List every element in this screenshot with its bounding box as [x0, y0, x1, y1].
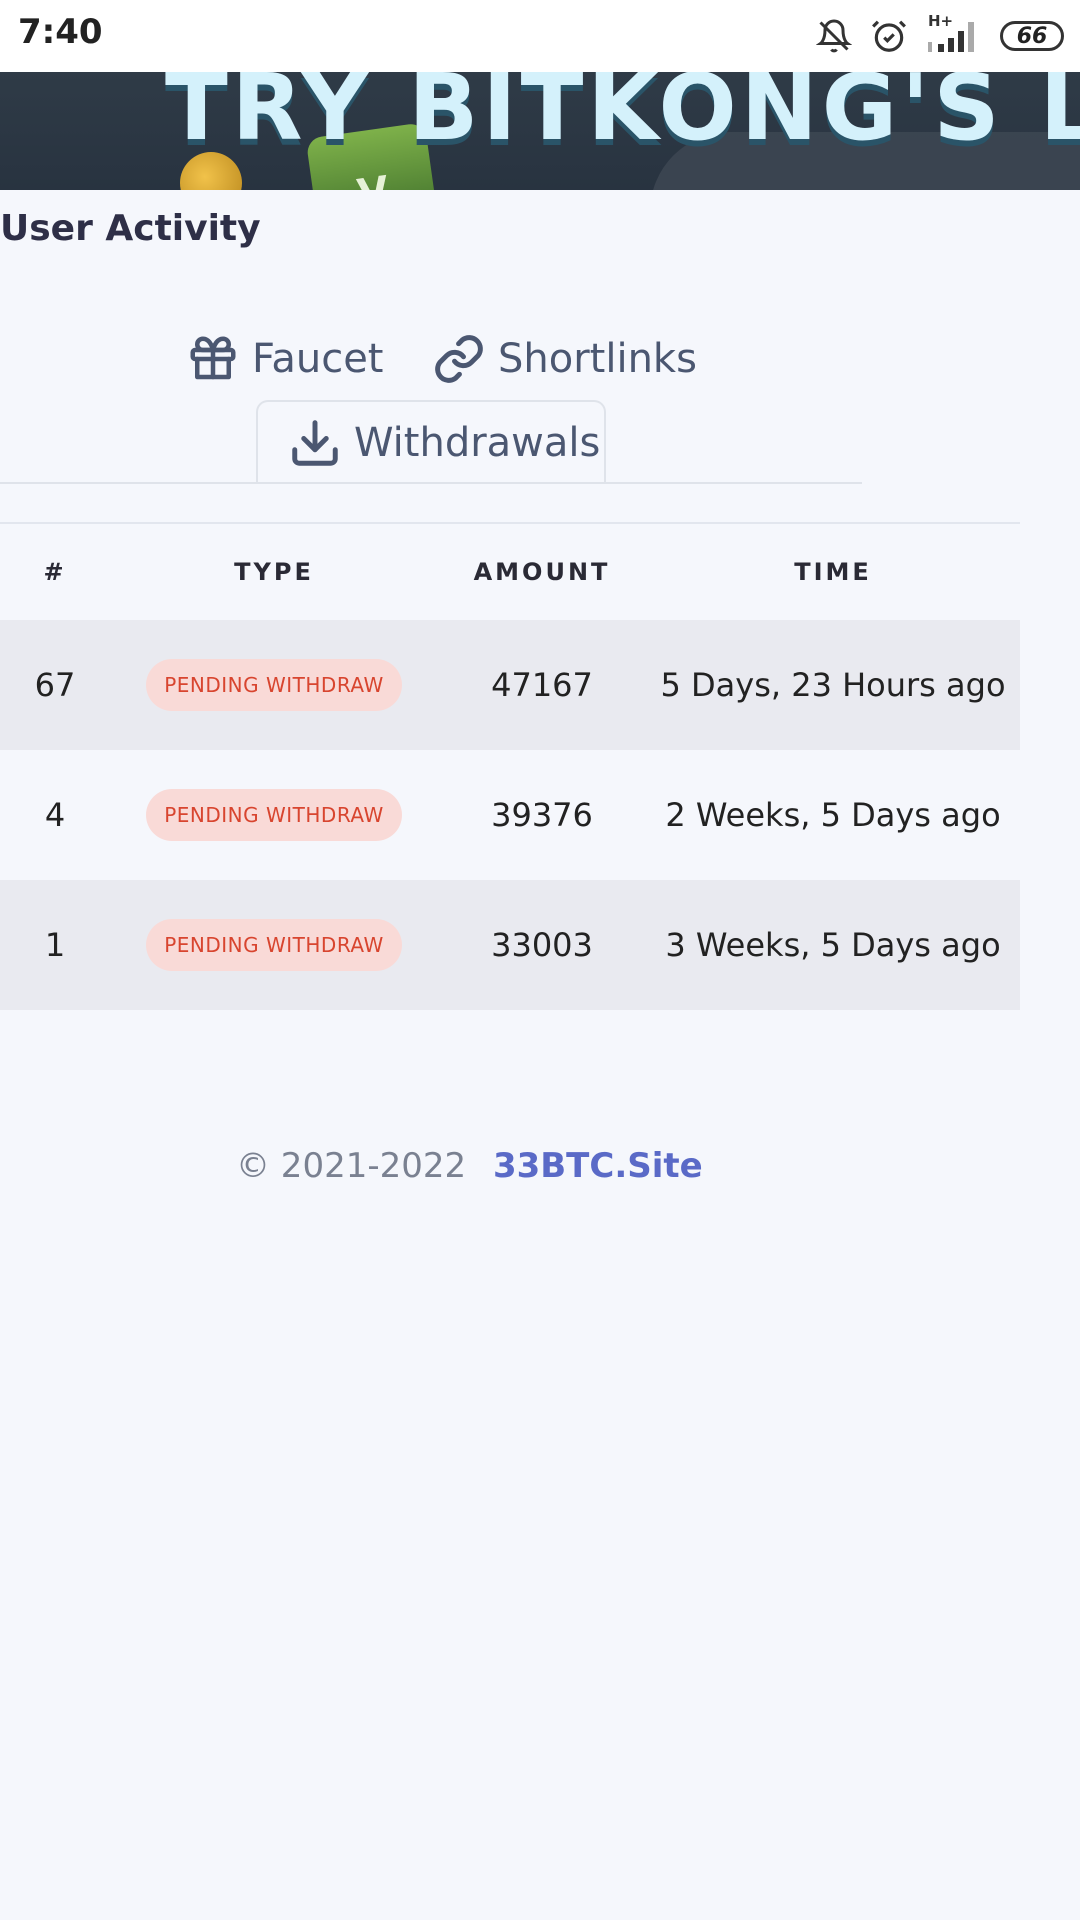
table-row: 1 PENDING WITHDRAW 33003 3 Weeks, 5 Days…	[0, 880, 1020, 1010]
header-amount: AMOUNT	[473, 558, 611, 586]
header-type: TYPE	[234, 558, 314, 586]
header-time: TIME	[794, 558, 872, 586]
signal-icon: H+	[926, 12, 982, 54]
copyright-text: © 2021-2022	[236, 1146, 467, 1186]
gift-icon	[186, 332, 240, 386]
row-amount: 47167	[491, 666, 593, 704]
tab-faucet[interactable]: Faucet	[186, 332, 383, 386]
bell-off-icon	[816, 18, 852, 54]
status-bar: 7:40 H+ 66	[0, 0, 1080, 72]
table-header: # TYPE AMOUNT TIME	[0, 524, 1020, 620]
status-badge: PENDING WITHDRAW	[146, 659, 402, 711]
promo-banner[interactable]: V TRY BITKONG'S LAT	[0, 72, 1080, 190]
network-type: H+	[928, 12, 954, 30]
row-amount: 39376	[491, 796, 593, 834]
row-num: 1	[44, 926, 66, 964]
status-icons: H+ 66	[816, 12, 1064, 58]
tab-shortlinks-label: Shortlinks	[498, 336, 697, 382]
table-row: 67 PENDING WITHDRAW 47167 5 Days, 23 Hou…	[0, 620, 1020, 750]
banner-text: TRY BITKONG'S LAT	[165, 72, 1080, 161]
tab-withdrawals[interactable]: Withdrawals	[256, 400, 606, 484]
battery-icon: 66	[1000, 21, 1064, 51]
row-time: 2 Weeks, 5 Days ago	[665, 796, 1001, 834]
row-amount: 33003	[491, 926, 593, 964]
tab-withdrawals-label: Withdrawals	[354, 420, 601, 466]
activity-table: # TYPE AMOUNT TIME 67 PENDING WITHDRAW 4…	[0, 522, 1020, 1010]
row-time: 3 Weeks, 5 Days ago	[665, 926, 1001, 964]
alarm-icon	[870, 17, 908, 55]
tabs-divider	[0, 482, 862, 484]
page-title: User Activity	[0, 208, 261, 249]
download-icon	[288, 416, 342, 470]
tab-faucet-label: Faucet	[252, 336, 384, 382]
status-time: 7:40	[18, 12, 103, 52]
footer: © 2021-2022 33BTC.Site	[236, 1146, 703, 1186]
tab-shortlinks[interactable]: Shortlinks	[432, 332, 697, 386]
link-icon	[432, 332, 486, 386]
row-time: 5 Days, 23 Hours ago	[660, 666, 1006, 704]
header-num: #	[43, 558, 67, 586]
table-row: 4 PENDING WITHDRAW 39376 2 Weeks, 5 Days…	[0, 750, 1020, 880]
row-num: 4	[44, 796, 66, 834]
row-num: 67	[34, 666, 76, 704]
status-badge: PENDING WITHDRAW	[146, 789, 402, 841]
brand-link[interactable]: 33BTC.Site	[493, 1146, 703, 1186]
status-badge: PENDING WITHDRAW	[146, 919, 402, 971]
